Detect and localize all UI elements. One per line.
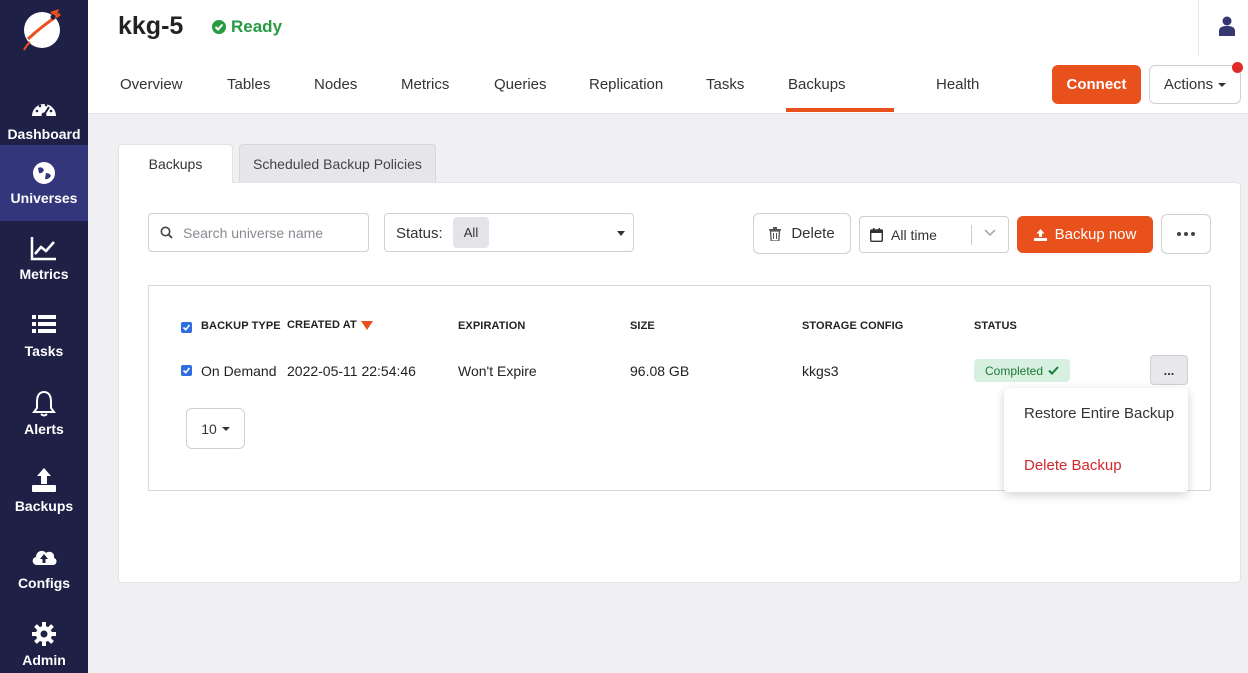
caret-down-icon [617, 231, 625, 236]
row-checkbox[interactable] [181, 365, 192, 376]
checkmark-icon [182, 367, 191, 374]
trash-icon [769, 226, 782, 241]
universe-status: Ready [212, 17, 282, 37]
calendar-icon [870, 228, 883, 242]
subtab-scheduled-backup-policies[interactable]: Scheduled Backup Policies [239, 144, 436, 183]
time-range-value: All time [891, 227, 937, 243]
actions-button[interactable]: Actions [1149, 65, 1241, 104]
search-input[interactable] [183, 222, 363, 244]
backup-now-label: Backup now [1054, 226, 1137, 243]
user-menu[interactable] [1198, 0, 1248, 56]
tab-metrics[interactable]: Metrics [401, 76, 449, 93]
sidebar-item-configs[interactable]: Configs [0, 531, 88, 607]
actions-button-label: Actions [1163, 76, 1214, 93]
check-circle-icon [212, 20, 226, 34]
sidebar-item-tasks[interactable]: Tasks [0, 299, 88, 375]
yugabyte-logo-icon[interactable] [20, 6, 66, 52]
column-header-size[interactable]: SIZE [630, 320, 655, 332]
page-size-select[interactable]: 10 [186, 408, 245, 449]
globe-icon [33, 162, 55, 184]
cloud-upload-icon [32, 550, 57, 565]
sidebar-item-label: Backups [14, 498, 74, 514]
ellipsis-dot [1191, 232, 1195, 236]
bell-icon [32, 390, 56, 417]
select-all-checkbox[interactable] [181, 322, 192, 333]
upload-icon [1033, 228, 1047, 241]
subtab-backups[interactable]: Backups [118, 144, 233, 183]
page-size-value: 10 [201, 420, 217, 437]
universe-name: kkg-5 [118, 12, 184, 40]
universe-header: kkg-5 Ready Overview Tables Nodes Metric… [88, 0, 1248, 114]
more-options-button[interactable] [1161, 214, 1211, 254]
sidebar-item-label: Tasks [24, 343, 64, 359]
divider [971, 225, 972, 245]
user-icon [1219, 16, 1235, 36]
ellipsis-icon [1177, 232, 1181, 236]
caret-down-icon [221, 426, 230, 431]
delete-button-label: Delete [791, 225, 835, 242]
upload-tray-icon [32, 468, 56, 492]
tab-tasks[interactable]: Tasks [706, 76, 744, 93]
checkmark-icon [182, 324, 191, 331]
sidebar-item-label: Dashboard [7, 126, 81, 142]
cell-created-at: 2022-05-11 22:54:46 [287, 363, 416, 379]
cell-expiration: Won't Expire [458, 363, 537, 379]
dashboard-gauge-icon [32, 103, 56, 118]
tab-overview[interactable]: Overview [120, 76, 183, 93]
delete-backup-menu-item[interactable]: Delete Backup [1024, 457, 1122, 474]
sidebar-item-label: Metrics [19, 266, 69, 282]
sidebar-item-label: Alerts [24, 421, 64, 437]
column-header-created-at[interactable]: CREATED AT [287, 319, 357, 331]
sidebar-item-metrics[interactable]: Metrics [0, 222, 88, 298]
caret-down-icon [1218, 82, 1227, 87]
row-actions-menu: Restore Entire Backup Delete Backup [1004, 388, 1188, 492]
sidebar: Dashboard Universes Metrics Tasks Alerts [0, 0, 88, 673]
column-header-status[interactable]: STATUS [974, 320, 1017, 332]
sort-desc-icon[interactable] [361, 321, 373, 330]
chevron-down-icon [984, 229, 996, 237]
sidebar-item-admin[interactable]: Admin [0, 608, 88, 673]
sidebar-item-label: Universes [10, 190, 78, 206]
connect-button[interactable]: Connect [1052, 65, 1141, 104]
restore-entire-backup-menu-item[interactable]: Restore Entire Backup [1024, 405, 1174, 422]
line-chart-icon [30, 237, 56, 261]
column-header-backup-type[interactable]: BACKUP TYPE [201, 320, 281, 332]
notification-dot [1232, 62, 1243, 73]
tab-tables[interactable]: Tables [227, 76, 270, 93]
status-badge: Completed [974, 359, 1070, 382]
row-actions-button[interactable]: ... [1150, 355, 1188, 385]
ellipsis-dot [1184, 232, 1188, 236]
tab-health[interactable]: Health [936, 76, 979, 93]
sidebar-item-alerts[interactable]: Alerts [0, 377, 88, 453]
tab-queries[interactable]: Queries [494, 76, 547, 93]
time-range-select[interactable]: All time [859, 216, 1009, 253]
list-icon [32, 315, 56, 333]
search-icon [160, 226, 173, 239]
tab-nodes[interactable]: Nodes [314, 76, 357, 93]
column-header-expiration[interactable]: EXPIRATION [458, 320, 525, 332]
backup-now-button[interactable]: Backup now [1017, 216, 1153, 253]
cell-backup-type: On Demand [201, 363, 277, 379]
sidebar-item-label: Admin [22, 652, 66, 668]
cell-storage-config: kkgs3 [802, 363, 839, 379]
status-badge-label: Completed [984, 363, 1044, 378]
tab-replication[interactable]: Replication [589, 76, 663, 93]
active-tab-indicator [786, 108, 894, 112]
status-filter-value[interactable]: All [453, 217, 489, 248]
universe-status-label: Ready [231, 17, 283, 36]
sidebar-item-backups[interactable]: Backups [0, 454, 88, 530]
status-filter-select[interactable]: Status: All [384, 213, 634, 252]
column-header-storage-config[interactable]: STORAGE CONFIG [802, 320, 903, 332]
sidebar-item-label: Configs [17, 575, 71, 591]
check-icon [1048, 366, 1059, 375]
delete-button[interactable]: Delete [753, 213, 851, 254]
search-box [148, 213, 369, 252]
cell-size: 96.08 GB [630, 363, 690, 379]
tab-backups[interactable]: Backups [788, 76, 846, 93]
status-filter-label: Status: [396, 225, 443, 242]
sidebar-item-universes[interactable]: Universes [0, 145, 88, 221]
gear-icon [32, 622, 56, 646]
